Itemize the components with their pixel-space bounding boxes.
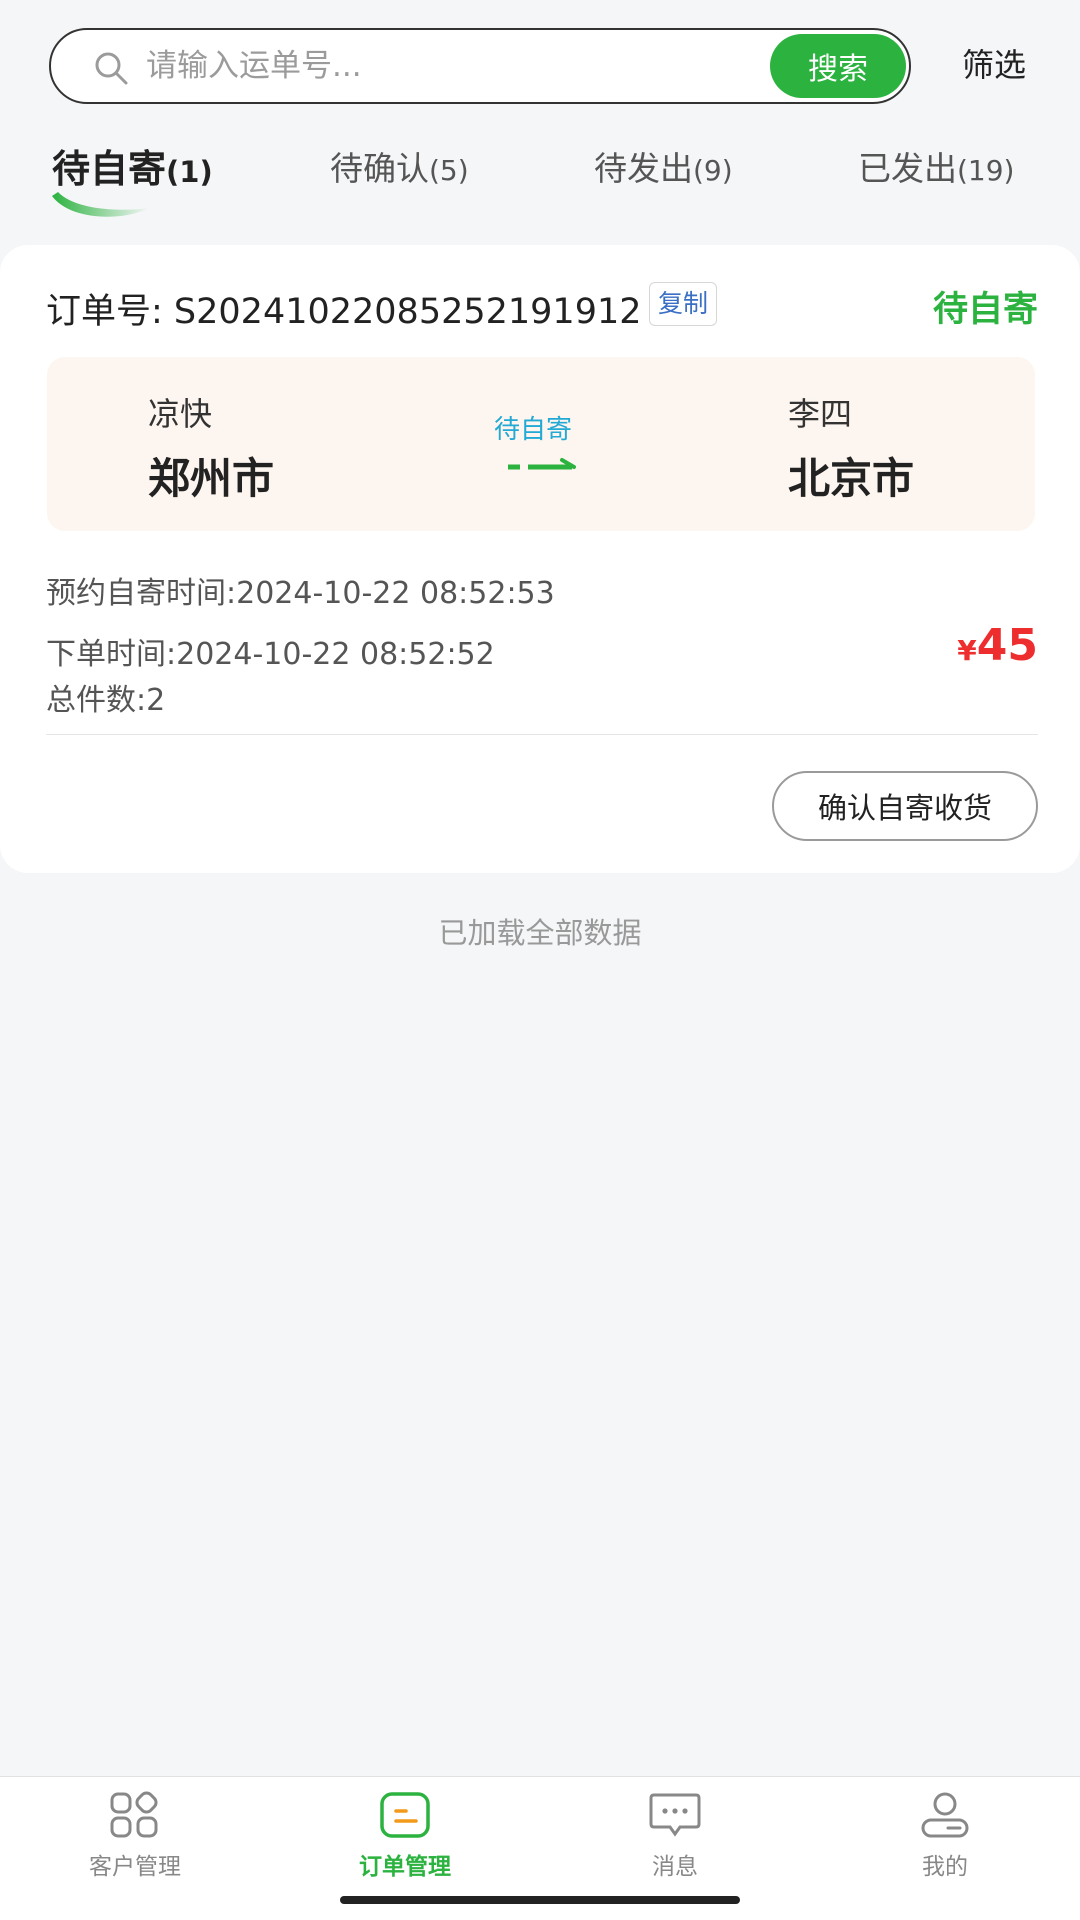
route-box: 凉快 郑州市 待自寄 李四 北京市	[47, 357, 1035, 531]
tab-pending-ship[interactable]: 待发出(9)	[594, 142, 733, 190]
nav-label: 我的	[922, 1854, 968, 1880]
order-status: 待自寄	[932, 290, 1038, 330]
tab-count: (5)	[429, 154, 469, 187]
filter-button[interactable]: 筛选	[962, 40, 1026, 86]
tab-pending-self-send[interactable]: 待自寄(1)	[52, 138, 213, 193]
home-indicator	[340, 1896, 740, 1904]
tab-count: (9)	[693, 154, 733, 187]
tab-shipped[interactable]: 已发出(19)	[858, 142, 1014, 190]
sender-city: 郑州市	[148, 454, 275, 503]
nav-messages[interactable]: 消息	[575, 1791, 775, 1881]
price-amount: 45	[976, 620, 1038, 671]
order-price: ¥45	[957, 620, 1038, 671]
total-pieces: 总件数:2	[46, 683, 166, 718]
grid-icon	[110, 1791, 158, 1838]
appointment-time: 预约自寄时间:2024-10-22 08:52:53	[46, 576, 555, 611]
tab-label: 待发出	[594, 149, 693, 188]
nav-profile[interactable]: 我的	[845, 1791, 1045, 1881]
tab-count: (19)	[957, 154, 1015, 187]
receiver-name: 李四	[788, 395, 853, 433]
tab-count: (1)	[166, 155, 213, 189]
tab-label: 待确认	[330, 149, 429, 188]
search-box[interactable]: 搜索	[49, 28, 911, 104]
route-arrow-icon	[508, 458, 576, 470]
order-card[interactable]: 订单号: S20241022085252191912 复制 待自寄 凉快 郑州市…	[0, 245, 1080, 873]
nav-label: 订单管理	[359, 1854, 451, 1880]
card-divider	[46, 734, 1038, 735]
search-row: 搜索 筛选	[0, 0, 1080, 130]
confirm-self-send-button[interactable]: 确认自寄收货	[772, 771, 1038, 841]
nav-customer-management[interactable]: 客户管理	[35, 1791, 235, 1881]
route-status: 待自寄	[494, 415, 573, 445]
copy-button[interactable]: 复制	[649, 282, 718, 326]
tab-active-indicator	[52, 192, 150, 217]
order-time: 下单时间:2024-10-22 08:52:52	[46, 637, 495, 672]
tab-pending-confirm[interactable]: 待确认(5)	[330, 142, 469, 190]
search-button[interactable]: 搜索	[770, 34, 906, 98]
list-end-text: 已加载全部数据	[438, 916, 642, 950]
sender-name: 凉快	[148, 395, 213, 433]
user-icon	[921, 1792, 969, 1838]
search-icon	[95, 52, 128, 85]
search-input[interactable]	[146, 38, 686, 94]
nav-label: 消息	[652, 1854, 698, 1880]
receiver-city: 北京市	[788, 454, 915, 503]
order-icon	[380, 1792, 430, 1838]
currency-symbol: ¥	[957, 634, 977, 667]
nav-order-management[interactable]: 订单管理	[305, 1791, 505, 1881]
tab-label: 已发出	[858, 149, 957, 188]
tab-label: 待自寄	[52, 147, 167, 191]
nav-label: 客户管理	[89, 1854, 181, 1880]
order-number: 订单号: S20241022085252191912	[46, 292, 642, 332]
chat-icon	[649, 1793, 701, 1837]
